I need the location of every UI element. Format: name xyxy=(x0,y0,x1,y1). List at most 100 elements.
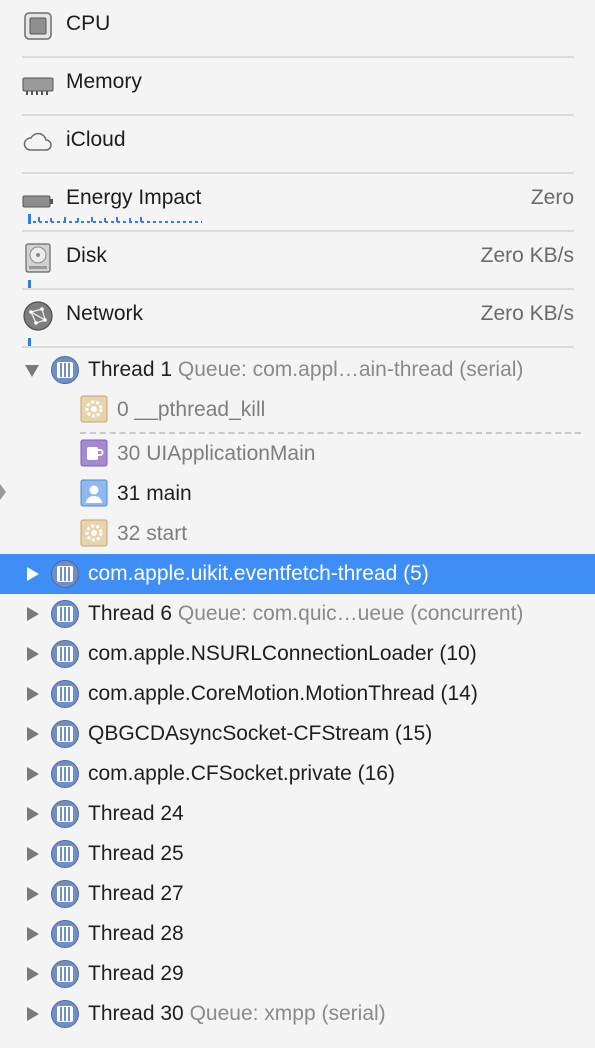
gauge-network-title: Network xyxy=(66,302,144,325)
thread-queue: Queue: com.quic…ueue (concurrent) xyxy=(177,602,524,625)
thread-name: Thread 6 xyxy=(88,602,173,625)
stack-frame-0[interactable]: 0 __pthread_kill xyxy=(0,390,595,430)
thread-name: Thread 29 xyxy=(88,962,184,985)
disclosure-collapsed-icon[interactable] xyxy=(24,726,40,742)
cup-icon xyxy=(80,439,108,467)
thread-name: com.apple.CFSocket.private (16) xyxy=(88,762,395,785)
thread-name: Thread 27 xyxy=(88,882,184,905)
thread-label: Thread 6 Queue: com.quic…ueue (concurren… xyxy=(88,600,523,628)
thread-icon xyxy=(51,640,79,668)
gauge-disk-title: Disk xyxy=(66,244,107,267)
gauge-memory[interactable]: Memory xyxy=(0,58,595,116)
thread-row[interactable]: Thread 6 Queue: com.quic…ueue (concurren… xyxy=(0,594,595,634)
memory-icon xyxy=(22,77,54,95)
stack-frame-31[interactable]: 31 main xyxy=(0,474,595,514)
thread-row[interactable]: com.apple.CFSocket.private (16) xyxy=(0,754,595,794)
thread-row[interactable]: Thread 30 Queue: xmpp (serial) xyxy=(0,994,595,1034)
thread-row[interactable]: Thread 29 xyxy=(0,954,595,994)
thread-row[interactable]: Thread 25 xyxy=(0,834,595,874)
thread-icon xyxy=(51,680,79,708)
thread-icon xyxy=(51,560,79,588)
thread-icon xyxy=(51,800,79,828)
thread-icon xyxy=(51,356,79,384)
thread-row[interactable]: QBGCDAsyncSocket-CFStream (15) xyxy=(0,714,595,754)
thread-label: Thread 1 Queue: com.appl…ain-thread (ser… xyxy=(88,356,523,384)
gauge-energy-value: Zero xyxy=(530,186,574,209)
cpu-icon xyxy=(24,12,52,40)
disclosure-collapsed-icon[interactable] xyxy=(24,686,40,702)
user-icon xyxy=(80,479,108,507)
disclosure-expanded-icon[interactable] xyxy=(24,362,40,378)
divider xyxy=(22,346,574,348)
thread-label: com.apple.CFSocket.private (16) xyxy=(88,760,395,788)
thread-icon xyxy=(51,1000,79,1028)
gauge-memory-title: Memory xyxy=(66,70,142,93)
disclosure-collapsed-icon[interactable] xyxy=(24,1006,40,1022)
thread-row[interactable]: Thread 28 xyxy=(0,914,595,954)
thread-icon xyxy=(51,960,79,988)
thread-name: Thread 25 xyxy=(88,842,184,865)
stack-frame-32[interactable]: 32 start xyxy=(0,514,595,554)
thread-row[interactable]: Thread 24 xyxy=(0,794,595,834)
thread-icon xyxy=(51,840,79,868)
thread-name: Thread 1 xyxy=(88,358,173,381)
disclosure-collapsed-icon[interactable] xyxy=(24,886,40,902)
network-icon xyxy=(23,301,53,331)
thread-name: com.apple.uikit.eventfetch-thread (5) xyxy=(88,562,429,585)
thread-label: Thread 27 xyxy=(88,880,184,908)
thread-name: com.apple.NSURLConnectionLoader (10) xyxy=(88,642,477,665)
gauge-icloud-title: iCloud xyxy=(66,128,126,151)
thread-label: Thread 24 xyxy=(88,800,184,828)
disclosure-collapsed-icon[interactable] xyxy=(24,646,40,662)
thread-label: Thread 25 xyxy=(88,840,184,868)
disk-icon xyxy=(25,243,51,273)
disclosure-collapsed-icon[interactable] xyxy=(24,966,40,982)
gauge-energy-title: Energy Impact xyxy=(66,186,202,209)
gauge-cpu[interactable]: CPU xyxy=(0,0,595,58)
disclosure-collapsed-icon[interactable] xyxy=(24,606,40,622)
thread-name: QBGCDAsyncSocket-CFStream (15) xyxy=(88,722,433,745)
thread-label: com.apple.uikit.eventfetch-thread (5) xyxy=(88,560,429,588)
gauge-network-value: Zero KB/s xyxy=(480,302,574,325)
thread-row-thread-1[interactable]: Thread 1 Queue: com.appl…ain-thread (ser… xyxy=(0,350,595,390)
stack-frame-30[interactable]: 30 UIApplicationMain xyxy=(0,434,595,474)
disclosure-collapsed-icon[interactable] xyxy=(24,766,40,782)
disclosure-collapsed-icon[interactable] xyxy=(24,806,40,822)
gauge-energy[interactable]: Energy Impact Zero xyxy=(0,174,595,232)
thread-icon xyxy=(51,720,79,748)
thread-name: com.apple.CoreMotion.MotionThread (14) xyxy=(88,682,478,705)
thread-row[interactable]: com.apple.CoreMotion.MotionThread (14) xyxy=(0,674,595,714)
thread-icon xyxy=(51,600,79,628)
gauge-icloud[interactable]: iCloud xyxy=(0,116,595,174)
gauge-disk[interactable]: Disk Zero KB/s xyxy=(0,232,595,290)
gauge-cpu-title: CPU xyxy=(66,12,111,35)
thread-label: QBGCDAsyncSocket-CFStream (15) xyxy=(88,720,432,748)
disclosure-collapsed-icon[interactable] xyxy=(24,566,40,582)
thread-icon xyxy=(51,760,79,788)
disclosure-collapsed-icon[interactable] xyxy=(24,846,40,862)
battery-icon xyxy=(22,195,53,208)
thread-queue: Queue: com.appl…ain-thread (serial) xyxy=(177,358,524,381)
thread-label: Thread 28 xyxy=(88,920,184,948)
stack-frame-label: 32 start xyxy=(117,522,188,545)
energy-sparkline xyxy=(28,214,202,224)
stack-frame-label: 31 main xyxy=(117,482,192,505)
thread-icon xyxy=(51,920,79,948)
stack-frame-label: 0 __pthread_kill xyxy=(117,398,266,421)
pane-edge-chevron-icon[interactable] xyxy=(0,480,6,504)
thread-label: Thread 30 Queue: xmpp (serial) xyxy=(88,1000,386,1028)
stack-frame-label: 30 UIApplicationMain xyxy=(117,442,316,465)
cloud-icon xyxy=(23,132,52,151)
gear-icon xyxy=(80,395,108,423)
thread-row[interactable]: Thread 27 xyxy=(0,874,595,914)
gauge-network[interactable]: Network Zero KB/s xyxy=(0,290,595,348)
disclosure-collapsed-icon[interactable] xyxy=(24,926,40,942)
thread-row[interactable]: com.apple.uikit.eventfetch-thread (5) xyxy=(0,554,595,594)
thread-label: Thread 29 xyxy=(88,960,184,988)
gear-icon xyxy=(80,519,108,547)
thread-name: Thread 30 xyxy=(88,1002,184,1025)
thread-row[interactable]: com.apple.NSURLConnectionLoader (10) xyxy=(0,634,595,674)
thread-label: com.apple.NSURLConnectionLoader (10) xyxy=(88,640,477,668)
thread-icon xyxy=(51,880,79,908)
thread-label: com.apple.CoreMotion.MotionThread (14) xyxy=(88,680,478,708)
